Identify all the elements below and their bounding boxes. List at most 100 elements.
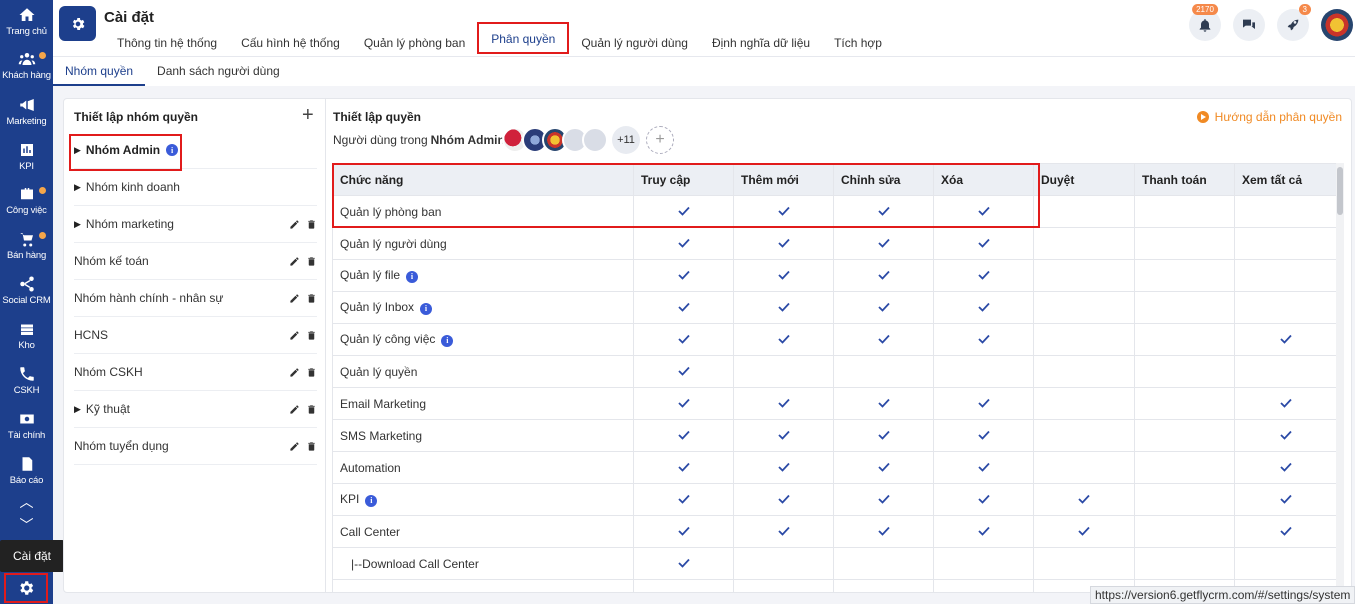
permission-cell[interactable] xyxy=(633,227,734,260)
tab-3[interactable]: Quản lý phòng ban xyxy=(352,26,477,56)
permission-cell[interactable] xyxy=(1234,515,1336,548)
permission-cell[interactable] xyxy=(933,515,1034,548)
permission-cell[interactable] xyxy=(933,291,1034,324)
permission-cell[interactable] xyxy=(1033,227,1135,260)
pencil-icon[interactable] xyxy=(289,219,300,230)
permission-cell[interactable] xyxy=(833,259,934,292)
group-item[interactable]: ▶ Nhóm marketing xyxy=(74,206,317,243)
permission-cell[interactable] xyxy=(833,355,934,388)
caret-right-icon[interactable]: ▶ xyxy=(74,404,81,415)
trash-icon[interactable] xyxy=(306,219,317,230)
permission-cell[interactable] xyxy=(833,323,934,356)
permission-cell[interactable] xyxy=(1134,451,1235,484)
permission-cell[interactable] xyxy=(633,451,734,484)
group-item[interactable]: Nhóm kế toán xyxy=(74,243,317,280)
chat-button[interactable] xyxy=(1233,9,1265,41)
trash-icon[interactable] xyxy=(306,404,317,415)
permission-cell[interactable] xyxy=(733,451,834,484)
sidebar-item-4[interactable]: KPI xyxy=(0,141,53,185)
sidebar-item-10[interactable]: Tài chính xyxy=(0,410,53,454)
permission-cell[interactable] xyxy=(633,515,734,548)
chevron-up-icon[interactable]: ︿ xyxy=(0,492,53,512)
permission-cell[interactable] xyxy=(933,419,1034,452)
sidebar-item-2[interactable]: Khách hàng xyxy=(0,50,53,94)
permission-cell[interactable] xyxy=(633,547,734,580)
more-users-count[interactable]: +11 xyxy=(612,126,640,154)
permission-cell[interactable] xyxy=(1134,387,1235,420)
notifications-button[interactable]: 2170 xyxy=(1189,4,1221,41)
tab-4[interactable]: Phân quyền xyxy=(477,22,570,54)
permission-cell[interactable] xyxy=(733,227,834,260)
permission-cell[interactable] xyxy=(933,547,1034,580)
sidebar-item-1[interactable]: Trang chủ xyxy=(0,6,53,50)
permission-cell[interactable] xyxy=(733,515,834,548)
group-item[interactable]: Nhóm tuyển dụng xyxy=(74,428,317,465)
permission-cell[interactable] xyxy=(633,355,734,388)
permission-cell[interactable] xyxy=(833,451,934,484)
trash-icon[interactable] xyxy=(306,441,317,452)
permission-cell[interactable] xyxy=(1134,355,1235,388)
permission-cell[interactable] xyxy=(1234,195,1336,228)
permission-cell[interactable] xyxy=(1134,291,1235,324)
permission-cell[interactable] xyxy=(1033,195,1135,228)
sidebar-item-6[interactable]: Bán hàng xyxy=(0,230,53,274)
permission-cell[interactable] xyxy=(733,323,834,356)
group-item[interactable]: ▶ Nhóm kinh doanh xyxy=(74,169,317,206)
permission-cell[interactable] xyxy=(1234,483,1336,516)
tab-2[interactable]: Cấu hình hệ thống xyxy=(229,26,352,56)
permission-cell[interactable] xyxy=(633,419,734,452)
permission-cell[interactable] xyxy=(1033,515,1135,548)
info-icon[interactable]: i xyxy=(441,334,454,347)
permission-cell[interactable] xyxy=(733,579,834,592)
permission-cell[interactable] xyxy=(933,483,1034,516)
info-icon[interactable]: i xyxy=(406,270,419,283)
tab-7[interactable]: Tích hợp xyxy=(822,26,894,56)
permission-cell[interactable] xyxy=(1234,547,1336,580)
permission-cell[interactable] xyxy=(833,579,934,592)
permission-cell[interactable] xyxy=(1134,195,1235,228)
info-icon[interactable]: i xyxy=(420,302,433,315)
settings-nav-button[interactable] xyxy=(4,573,48,603)
sidebar-item-7[interactable]: Social CRM xyxy=(0,275,53,319)
sidebar-item-5[interactable]: Công việc xyxy=(0,185,53,229)
permission-cell[interactable] xyxy=(733,355,834,388)
table-scrollbar[interactable] xyxy=(1336,163,1344,592)
subtab-1[interactable]: Nhóm quyền xyxy=(53,57,146,86)
permission-cell[interactable] xyxy=(1234,419,1336,452)
permission-cell[interactable] xyxy=(1033,483,1135,516)
pencil-icon[interactable] xyxy=(289,293,300,304)
permission-cell[interactable] xyxy=(1033,291,1135,324)
pencil-icon[interactable] xyxy=(289,404,300,415)
permission-cell[interactable] xyxy=(1033,323,1135,356)
permission-cell[interactable] xyxy=(633,483,734,516)
permission-cell[interactable] xyxy=(733,259,834,292)
permission-cell[interactable] xyxy=(1134,227,1235,260)
trash-icon[interactable] xyxy=(306,367,317,378)
user-avatar[interactable] xyxy=(1321,9,1353,41)
caret-right-icon[interactable]: ▶ xyxy=(74,219,81,230)
permission-cell[interactable] xyxy=(1134,419,1235,452)
permission-cell[interactable] xyxy=(933,387,1034,420)
permission-cell[interactable] xyxy=(1234,451,1336,484)
permission-cell[interactable] xyxy=(933,451,1034,484)
permission-cell[interactable] xyxy=(1033,419,1135,452)
permission-cell[interactable] xyxy=(833,195,934,228)
permission-cell[interactable] xyxy=(933,227,1034,260)
permission-cell[interactable] xyxy=(733,547,834,580)
caret-right-icon[interactable]: ▶ xyxy=(74,182,81,193)
sidebar-item-9[interactable]: CSKH xyxy=(0,365,53,409)
trash-icon[interactable] xyxy=(306,256,317,267)
sidebar-item-8[interactable]: Kho xyxy=(0,320,53,364)
permission-cell[interactable] xyxy=(933,195,1034,228)
permission-cell[interactable] xyxy=(1033,387,1135,420)
permission-cell[interactable] xyxy=(1134,483,1235,516)
permission-cell[interactable] xyxy=(833,515,934,548)
permission-cell[interactable] xyxy=(1033,547,1135,580)
permission-cell[interactable] xyxy=(1234,355,1336,388)
permission-cell[interactable] xyxy=(1234,227,1336,260)
add-group-icon[interactable]: + xyxy=(302,105,314,125)
permission-cell[interactable] xyxy=(1234,259,1336,292)
permission-cell[interactable] xyxy=(633,291,734,324)
permission-cell[interactable] xyxy=(933,259,1034,292)
permission-cell[interactable] xyxy=(1134,323,1235,356)
